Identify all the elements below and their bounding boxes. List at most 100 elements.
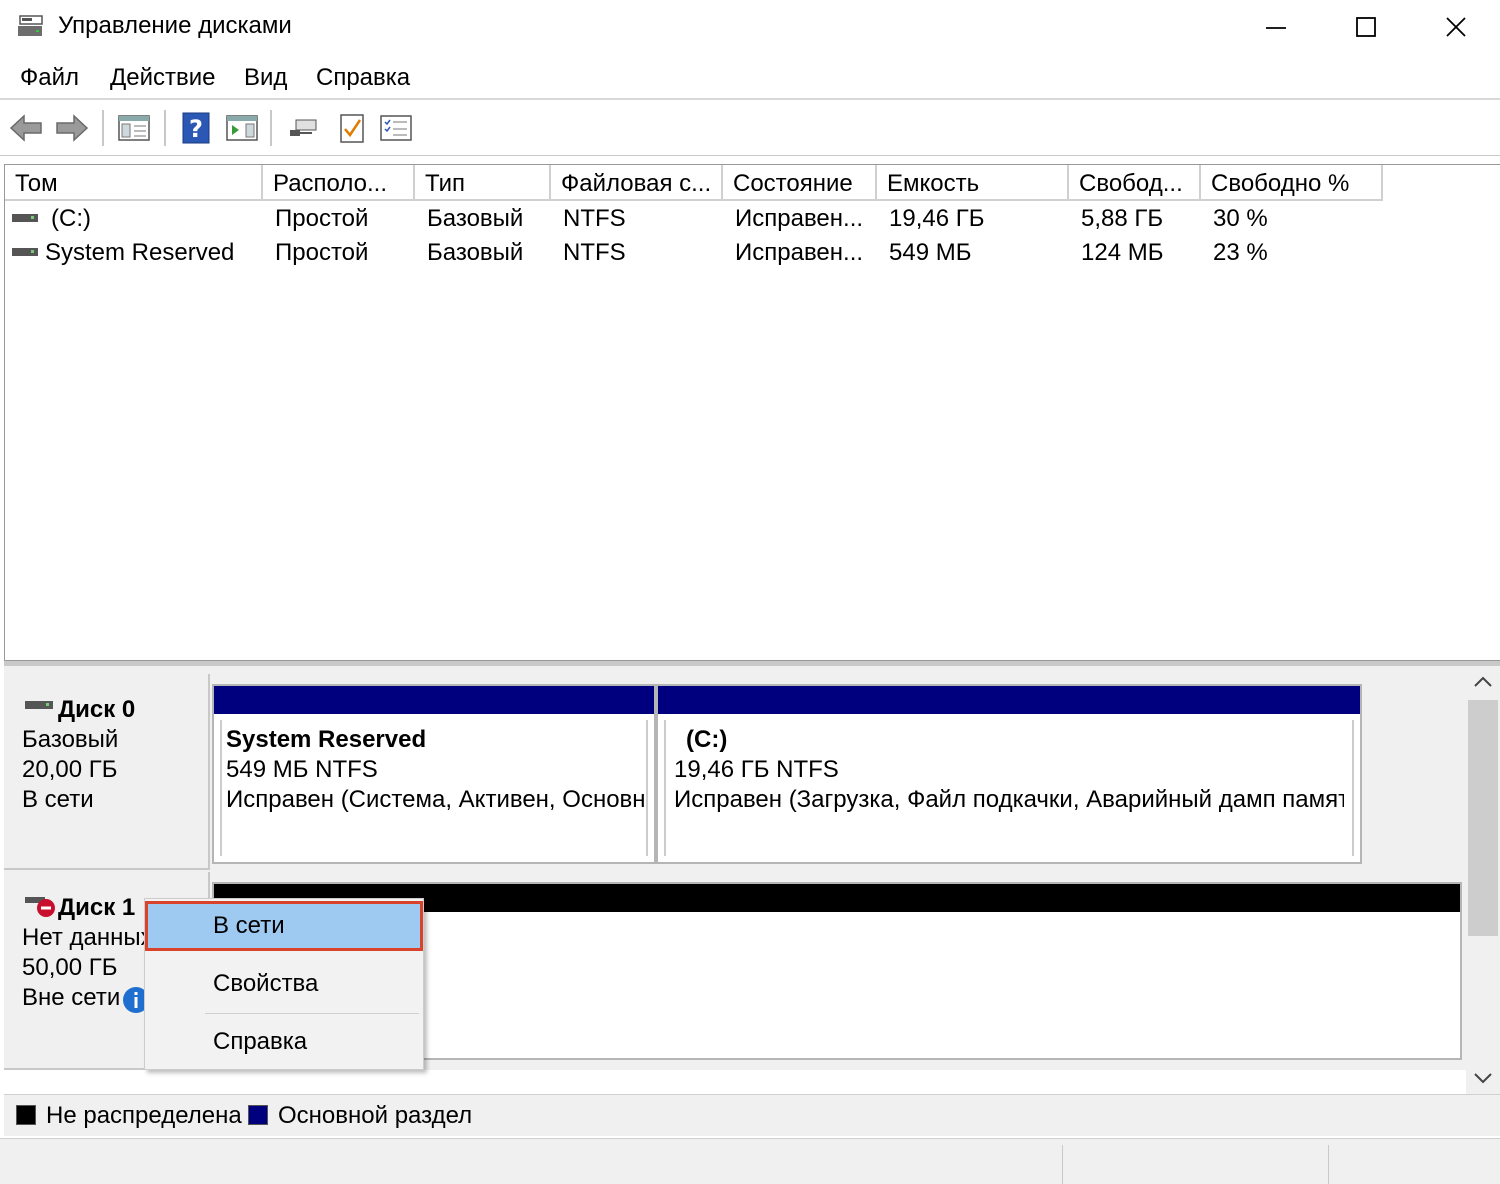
volume-type: Базовый — [427, 239, 524, 266]
forward-arrow-icon — [56, 114, 89, 142]
menu-action[interactable]: Действие — [110, 64, 216, 92]
partition-color-bar — [658, 686, 1360, 714]
column-header-layout[interactable]: Располо... — [263, 165, 415, 201]
context-separator — [205, 1013, 419, 1014]
volume-status: Исправен... — [735, 205, 864, 232]
check-icon — [340, 114, 364, 143]
window-title: Управление дисками — [58, 12, 292, 39]
partition-name: (C:) — [686, 726, 728, 753]
column-header-volume[interactable]: Том — [5, 165, 263, 201]
menu-view[interactable]: Вид — [244, 64, 287, 92]
volume-capacity: 19,46 ГБ — [889, 205, 985, 232]
legend: Не распределена Основной раздел — [4, 1094, 1500, 1136]
connect-icon — [290, 119, 317, 136]
partition-color-bar — [214, 686, 654, 714]
minimize-icon — [1266, 27, 1286, 29]
scroll-down-icon[interactable] — [1473, 1072, 1493, 1086]
partition-status: Исправен (Загрузка, Файл подкачки, Авари… — [674, 786, 1344, 813]
status-divider — [1328, 1145, 1329, 1184]
disk-name: Диск 0 — [58, 696, 136, 723]
volume-free-percent: 23 % — [1213, 239, 1268, 266]
toolbar-separator — [102, 110, 104, 146]
disk-status: Вне сети — [22, 984, 121, 1011]
volume-capacity: 549 МБ — [889, 239, 972, 266]
volume-layout: Простой — [275, 205, 369, 232]
maximize-icon — [1356, 17, 1376, 37]
volume-free-space: 5,88 ГБ — [1081, 205, 1164, 232]
legend-swatch-primary — [248, 1105, 268, 1125]
check-button[interactable] — [334, 110, 370, 146]
status-divider — [1062, 1145, 1063, 1184]
disk-0-label[interactable]: Диск 0 Базовый 20,00 ГБ В сети — [4, 674, 210, 870]
volume-name: System Reserved — [45, 239, 235, 266]
disk-type: Базовый — [22, 726, 119, 753]
menu-help[interactable]: Справка — [316, 64, 410, 92]
context-item-properties[interactable]: Свойства — [145, 959, 423, 1009]
scroll-up-icon[interactable] — [1473, 674, 1493, 688]
connect-button[interactable] — [286, 110, 322, 146]
column-header-status[interactable]: Состояние — [723, 165, 877, 201]
properties-button[interactable] — [378, 110, 414, 146]
legend-label-primary: Основной раздел — [278, 1102, 473, 1129]
volume-free-percent: 30 % — [1213, 205, 1268, 232]
legend-label-unallocated: Не распределена — [46, 1102, 242, 1129]
context-item-help[interactable]: Справка — [145, 1017, 423, 1067]
help-button[interactable]: ? — [178, 110, 214, 146]
partition-name: System Reserved — [226, 726, 427, 753]
partition-size: 549 МБ NTFS — [226, 756, 378, 783]
scroll-thumb[interactable] — [1468, 700, 1498, 936]
minimize-button[interactable] — [1230, 0, 1322, 54]
help-icon: ? — [182, 112, 210, 144]
volume-filesystem: NTFS — [563, 205, 626, 232]
volume-free-space: 124 МБ — [1081, 239, 1164, 266]
drive-icon — [12, 214, 38, 222]
title-bar: Управление дисками — [0, 0, 1500, 54]
console-tree-button[interactable] — [116, 110, 152, 146]
disk-status: В сети — [22, 786, 94, 813]
volume-layout: Простой — [275, 239, 369, 266]
disk-map-scrollbar[interactable] — [1466, 666, 1500, 1094]
context-menu: В сети Свойства Справка — [144, 898, 424, 1070]
volume-status: Исправен... — [735, 239, 864, 266]
disk-size: 50,00 ГБ — [22, 954, 118, 981]
volume-name: (C:) — [51, 205, 91, 232]
column-header-type[interactable]: Тип — [415, 165, 551, 201]
column-header-capacity[interactable]: Емкость — [877, 165, 1069, 201]
disk-offline-icon — [25, 897, 55, 917]
maximize-button[interactable] — [1320, 0, 1412, 54]
toolbar-separator — [270, 110, 272, 146]
context-item-online[interactable]: В сети — [145, 901, 423, 951]
legend-swatch-unallocated — [16, 1105, 36, 1125]
partition-size: 19,46 ГБ NTFS — [674, 756, 839, 783]
toolbar: ? — [0, 100, 1500, 156]
volume-filesystem: NTFS — [563, 239, 626, 266]
disk-management-icon — [18, 15, 43, 36]
drive-icon — [12, 248, 38, 256]
close-button[interactable] — [1410, 0, 1500, 54]
svg-text:?: ? — [189, 115, 203, 143]
disk-icon — [25, 701, 53, 709]
partition-system-reserved[interactable]: System Reserved 549 МБ NTFS Исправен (Си… — [212, 684, 656, 864]
disk-type: Нет данных — [22, 924, 153, 951]
volume-type: Базовый — [427, 205, 524, 232]
action-pane-button[interactable] — [224, 110, 260, 146]
close-icon — [1446, 17, 1466, 37]
back-button[interactable] — [8, 110, 44, 146]
column-header-free-space[interactable]: Свобод... — [1069, 165, 1201, 201]
column-header-filesystem[interactable]: Файловая с... — [551, 165, 723, 201]
menu-file[interactable]: Файл — [20, 64, 79, 92]
disk-name: Диск 1 — [58, 894, 136, 921]
action-pane-icon — [226, 115, 258, 141]
console-tree-icon — [118, 115, 150, 141]
toolbar-separator — [164, 110, 166, 146]
partition-c[interactable]: (C:) 19,46 ГБ NTFS Исправен (Загрузка, Ф… — [656, 684, 1362, 864]
disk-size: 20,00 ГБ — [22, 756, 118, 783]
partition-status: Исправен (Система, Активен, Основн — [226, 786, 646, 813]
back-arrow-icon — [9, 114, 42, 142]
column-header-free-percent[interactable]: Свободно % — [1201, 165, 1383, 201]
volume-list: Том Располо... Тип Файловая с... Состоян… — [4, 164, 1500, 662]
properties-icon — [380, 115, 412, 141]
menu-bar: Файл Действие Вид Справка — [0, 54, 1500, 100]
forward-button[interactable] — [54, 110, 90, 146]
status-bar — [0, 1138, 1500, 1184]
